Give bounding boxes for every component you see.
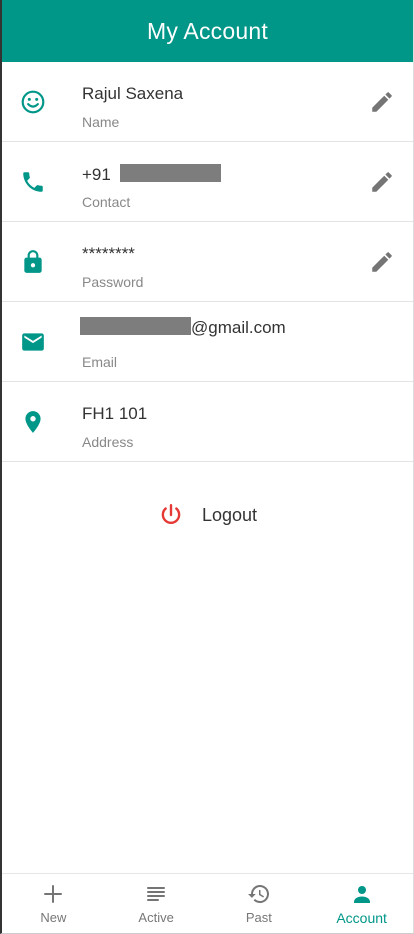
- bottom-navigation: New Active Past Account: [2, 873, 413, 933]
- contact-label: Contact: [82, 194, 131, 210]
- plus-icon: [41, 882, 65, 906]
- app-bar: My Account: [2, 0, 413, 62]
- logout-label: Logout: [201, 504, 258, 525]
- name-value: Rajul Saxena: [82, 84, 184, 103]
- redacted-email-user: [80, 317, 191, 335]
- address-label: Address: [82, 434, 134, 450]
- nav-active-label: Active: [138, 910, 174, 925]
- email-row: @gmail.com Email: [2, 302, 413, 382]
- password-label: Password: [82, 274, 144, 290]
- power-icon: [158, 502, 184, 528]
- contact-value: +91: [82, 164, 221, 185]
- redacted-phone-number: [119, 164, 221, 182]
- contact-row: +91 Contact: [2, 142, 413, 222]
- nav-past-label: Past: [245, 910, 272, 925]
- edit-name-pencil-icon[interactable]: [369, 89, 395, 115]
- mail-icon: [20, 329, 46, 355]
- history-icon: [247, 882, 271, 906]
- nav-new-label: New: [40, 910, 67, 925]
- name-row: Rajul Saxena Name: [2, 62, 413, 142]
- email-label: Email: [82, 354, 118, 370]
- phone-icon: [20, 169, 46, 195]
- address-row: FH1 101 Address: [2, 382, 413, 462]
- nav-account-label: Account: [336, 909, 387, 926]
- list-lines-icon: [144, 882, 168, 906]
- edit-contact-pencil-icon[interactable]: [369, 169, 395, 195]
- nav-account[interactable]: Account: [310, 874, 413, 933]
- nav-active[interactable]: Active: [105, 874, 208, 933]
- email-domain: @gmail.com: [191, 318, 286, 337]
- password-row: ******** Password: [2, 222, 413, 302]
- location-pin-icon: [20, 409, 46, 435]
- lock-icon: [20, 249, 46, 275]
- logout-button[interactable]: Logout: [2, 485, 413, 545]
- app-frame: My Account Rajul Saxena Name +91 Contact: [0, 0, 414, 934]
- account-details-list: Rajul Saxena Name +91 Contact ******** P…: [2, 62, 413, 462]
- edit-password-pencil-icon[interactable]: [369, 249, 395, 275]
- email-value: @gmail.com: [80, 317, 286, 338]
- person-icon: [350, 882, 374, 906]
- smiley-face-icon: [20, 89, 46, 115]
- country-code: +91: [82, 165, 111, 184]
- page-title: My Account: [147, 17, 268, 44]
- password-value: ********: [82, 244, 135, 263]
- name-label: Name: [82, 114, 120, 130]
- address-value: FH1 101: [82, 404, 148, 423]
- nav-new[interactable]: New: [2, 874, 105, 933]
- nav-past[interactable]: Past: [208, 874, 311, 933]
